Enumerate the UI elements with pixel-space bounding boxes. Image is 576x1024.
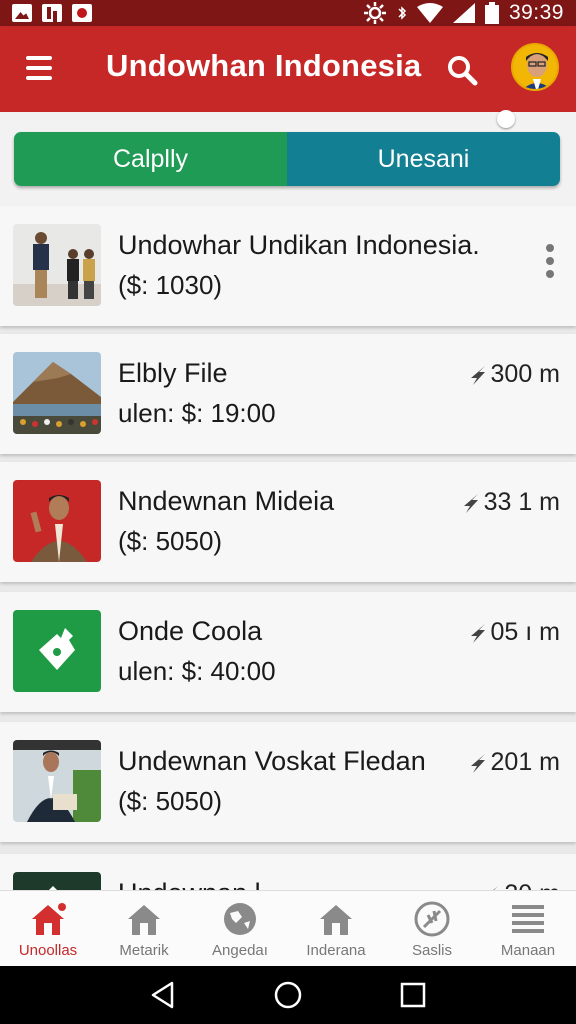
tab-unesani[interactable]: Unesani xyxy=(287,132,560,186)
location-arrow-icon xyxy=(470,365,485,385)
system-icons: 39:39 xyxy=(363,1,564,25)
item-subtitle: ulen: $: 40:00 xyxy=(118,656,276,686)
item-distance: 33 1 m xyxy=(460,488,560,517)
item-distance: 05 ı m xyxy=(467,618,560,647)
system-navigation-bar xyxy=(0,966,576,1024)
app-title: Undowhan Indonesia xyxy=(106,48,422,83)
list-item[interactable]: Undewnan Voskat Fledan ($: 5050) 201 m xyxy=(0,722,576,842)
nav-item-metarik[interactable]: Metarik xyxy=(96,891,192,966)
distance-value: 300 m xyxy=(490,360,560,388)
search-icon[interactable] xyxy=(446,54,478,86)
item-title: Onde Coola xyxy=(118,616,263,646)
item-title: Undewnan Voskat Fledan xyxy=(118,746,426,776)
segmented-tabs: Calplly Unesani xyxy=(14,132,560,186)
list-item[interactable]: Undowhar Undikan Indonesia. ($: 1030) xyxy=(0,206,576,326)
tabs-strip: Calplly Unesani xyxy=(0,110,576,206)
list-item[interactable]: Elbly File ulen: $: 19:00 300 m xyxy=(0,334,576,454)
back-icon[interactable] xyxy=(148,980,178,1010)
distance-value: 05 ı m xyxy=(490,618,560,646)
home-icon xyxy=(128,905,160,935)
status-bar: 39:39 xyxy=(0,0,576,26)
home-button-icon[interactable] xyxy=(273,980,303,1010)
list-item[interactable]: Onde Coola ulen: $: 40:00 05 ı m xyxy=(0,592,576,712)
location-arrow-icon xyxy=(470,623,485,643)
bottom-navigation: Unoollas Metarik Angedaı Inderana Saslis… xyxy=(0,890,576,966)
home-icon xyxy=(320,905,352,935)
green-app-icon-thumbnail xyxy=(13,610,101,692)
app-notification-icon xyxy=(42,4,62,22)
item-subtitle: ($: 5050) xyxy=(118,526,223,556)
item-title: Nndewnan Mideia xyxy=(118,486,335,516)
nav-item-manaan[interactable]: Manaan xyxy=(480,891,576,966)
nav-label: Saslis xyxy=(411,942,452,959)
item-title: Elbly File xyxy=(118,358,228,388)
app-bar: Undowhan Indonesia xyxy=(0,26,576,112)
menu-icon[interactable] xyxy=(26,56,52,80)
nav-label: Inderana xyxy=(306,942,366,959)
distance-value: 33 1 m xyxy=(483,488,560,516)
landscape-photo-thumbnail xyxy=(13,352,101,434)
person-photo-thumbnail xyxy=(13,480,101,562)
signal-icon xyxy=(452,3,475,23)
brightness-icon xyxy=(363,2,386,24)
person-laptop-photo-thumbnail xyxy=(13,740,101,822)
nav-item-angedai[interactable]: Angedaı xyxy=(192,891,288,966)
nav-item-unoollas[interactable]: Unoollas xyxy=(0,891,96,966)
notification-icons xyxy=(12,4,92,22)
nav-label: Manaan xyxy=(500,942,556,959)
item-distance: 201 m xyxy=(467,748,560,777)
wifi-icon xyxy=(416,3,443,23)
list-item[interactable]: Nndewnan Mideia ($: 5050) 33 1 m xyxy=(0,462,576,582)
item-subtitle: ($: 1030) xyxy=(118,270,223,300)
tab-calplly[interactable]: Calplly xyxy=(14,132,287,186)
nav-label: Unoollas xyxy=(18,942,78,959)
list-icon xyxy=(512,905,544,933)
nav-label: Angedaı xyxy=(212,942,268,959)
nav-label: Metarik xyxy=(119,942,169,959)
home-icon xyxy=(32,903,66,935)
nav-item-inderana[interactable]: Inderana xyxy=(288,891,384,966)
status-time: 39:39 xyxy=(508,1,564,24)
recents-icon[interactable] xyxy=(398,980,428,1010)
people-photo-thumbnail xyxy=(13,224,101,306)
avatar[interactable] xyxy=(511,43,559,91)
bluetooth-icon xyxy=(398,6,406,20)
globe-icon xyxy=(224,903,256,935)
user-avatar-icon xyxy=(513,45,557,89)
leaf-icon xyxy=(414,901,450,937)
item-subtitle: ($: 5050) xyxy=(118,786,223,816)
record-notification-icon xyxy=(72,4,92,22)
distance-value: 201 m xyxy=(490,748,560,776)
item-subtitle: ulen: $: 19:00 xyxy=(118,398,276,428)
battery-icon xyxy=(484,2,499,24)
more-options-icon[interactable] xyxy=(546,244,556,278)
nav-item-saslis[interactable]: Saslis xyxy=(384,891,480,966)
item-title: Undowhar Undikan Indonesia. xyxy=(118,230,480,260)
location-arrow-icon xyxy=(470,753,485,773)
overlay-dot xyxy=(497,110,515,128)
image-notification-icon xyxy=(12,4,32,22)
screen: 39:39 Undowhan Indonesia Calplly Unesani… xyxy=(0,0,576,1024)
item-distance: 300 m xyxy=(467,360,560,389)
location-arrow-icon xyxy=(463,493,478,513)
